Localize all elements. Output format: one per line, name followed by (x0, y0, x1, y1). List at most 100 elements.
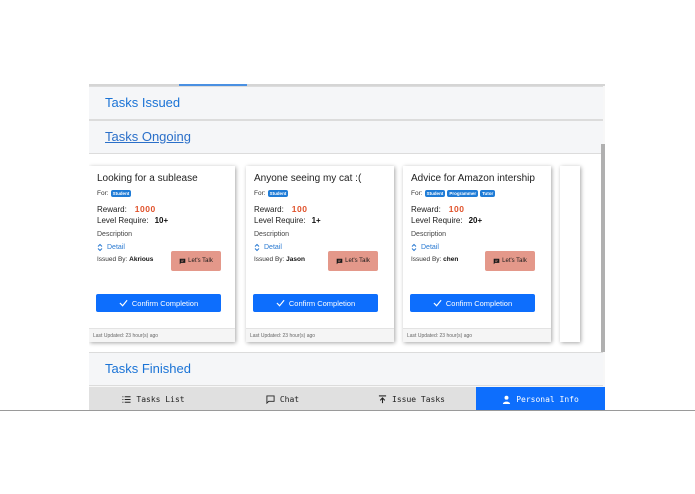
lets-talk-label: Let's Talk (345, 258, 370, 264)
for-label: For: (411, 190, 423, 197)
level-label: Level Require: (254, 216, 306, 225)
confirm-label: Confirm Completion (445, 298, 513, 308)
lets-talk-label: Let's Talk (502, 258, 527, 264)
confirm-completion-button[interactable]: Confirm Completion (410, 294, 535, 312)
tag-badge: Programmer (447, 190, 479, 197)
nav-label: Chat (279, 394, 300, 404)
lets-talk-button[interactable]: Let's Talk (485, 251, 535, 271)
confirm-label: Confirm Completion (288, 298, 356, 308)
tag-badge: Student (110, 190, 132, 197)
ongoing-cards-list: Looking for a sublease For: Student Rewa… (89, 154, 601, 352)
confirm-completion-button[interactable]: Confirm Completion (96, 294, 221, 312)
issuer-name: Jason (286, 256, 305, 263)
chat-icon (266, 394, 275, 404)
expand-chevron-icon (411, 243, 417, 252)
level-row: Level Require: 20+ (411, 216, 482, 225)
last-updated: Last Updated: 23 hour(s) ago (250, 333, 316, 339)
last-updated: Last Updated: 23 hour(s) ago (407, 333, 473, 339)
detail-toggle[interactable]: Detail (254, 243, 282, 252)
reward-label: Reward: (97, 205, 127, 214)
tag-badge: Tutor (480, 190, 496, 197)
card-footer: Last Updated: 23 hour(s) ago (246, 328, 394, 342)
section-tasks-issued[interactable]: Tasks Issued (89, 86, 603, 120)
check-icon (276, 299, 285, 307)
reward-value: 100 (291, 204, 308, 214)
description-label: Description (411, 231, 447, 238)
level-value: 1+ (311, 216, 321, 225)
expand-chevron-icon (254, 243, 260, 252)
issued-by-row: Issued By: Akrious (97, 256, 153, 263)
confirm-completion-button[interactable]: Confirm Completion (253, 294, 378, 312)
tag-badge: Student (424, 190, 446, 197)
reward-value: 1000 (134, 204, 156, 214)
for-label: For: (254, 190, 266, 197)
for-row: For: Student (97, 190, 132, 197)
level-value: 20+ (468, 216, 483, 225)
message-icon (336, 258, 343, 264)
level-label: Level Require: (411, 216, 463, 225)
bottom-navigation: Tasks List Chat Issue Tasks Personal Inf… (89, 387, 605, 411)
description-label: Description (254, 231, 290, 238)
issuer-name: chen (443, 256, 459, 263)
confirm-label: Confirm Completion (131, 298, 199, 308)
tag-badge: Student (267, 190, 289, 197)
expand-chevron-icon (97, 243, 103, 252)
task-card: Looking for a sublease For: Student Rewa… (89, 166, 235, 342)
task-card: Advice for Amazon intership For: Student… (403, 166, 551, 342)
for-row: For: Student (254, 190, 289, 197)
section-title-issued[interactable]: Tasks Issued (105, 95, 180, 110)
issued-by-row: Issued By: Jason (254, 256, 305, 263)
upload-icon (378, 394, 387, 403)
issuer-name: Akrious (129, 256, 154, 263)
task-app-window: Tasks Issued Tasks Ongoing Looking for a… (89, 84, 605, 411)
level-row: Level Require: 1+ (254, 216, 321, 225)
nav-personal-info[interactable]: Personal Info (476, 387, 605, 411)
reward-value: 100 (448, 204, 465, 214)
vertical-scrollbar[interactable] (601, 144, 605, 352)
task-title: Anyone seeing my cat :( (254, 173, 362, 184)
message-icon (179, 258, 186, 264)
task-card-partial (560, 166, 580, 342)
nav-chat[interactable]: Chat (218, 387, 347, 411)
section-tasks-ongoing[interactable]: Tasks Ongoing (89, 120, 603, 154)
detail-toggle[interactable]: Detail (97, 243, 125, 252)
lets-talk-button[interactable]: Let's Talk (328, 251, 378, 271)
card-footer: Last Updated: 23 hour(s) ago (89, 328, 235, 342)
person-icon (503, 395, 511, 404)
level-value: 10+ (154, 216, 169, 225)
issued-by-label: Issued By: (97, 256, 128, 263)
issued-by-label: Issued By: (254, 256, 285, 263)
check-icon (433, 299, 442, 307)
message-icon (493, 258, 500, 264)
list-icon (122, 395, 131, 403)
lets-talk-label: Let's Talk (188, 258, 213, 264)
card-footer: Last Updated: 23 hour(s) ago (403, 328, 551, 342)
reward-label: Reward: (254, 205, 284, 214)
reward-label: Reward: (411, 205, 441, 214)
for-label: For: (97, 190, 109, 197)
divider-line (0, 410, 695, 411)
reward-row: Reward: 1000 (97, 204, 156, 214)
nav-tasks-list[interactable]: Tasks List (89, 387, 218, 411)
check-icon (119, 299, 128, 307)
section-title-ongoing[interactable]: Tasks Ongoing (105, 129, 191, 144)
nav-issue-tasks[interactable]: Issue Tasks (347, 387, 476, 411)
last-updated: Last Updated: 23 hour(s) ago (93, 333, 159, 339)
detail-link[interactable]: Detail (421, 244, 439, 251)
issued-by-label: Issued By: (411, 256, 442, 263)
section-title-finished[interactable]: Tasks Finished (105, 361, 191, 376)
section-tasks-finished[interactable]: Tasks Finished (89, 352, 603, 386)
nav-label: Issue Tasks (392, 394, 445, 404)
nav-label: Tasks List (136, 394, 185, 404)
level-row: Level Require: 10+ (97, 216, 168, 225)
detail-link[interactable]: Detail (264, 244, 282, 251)
reward-row: Reward: 100 (411, 204, 464, 214)
description-label: Description (97, 231, 133, 238)
detail-toggle[interactable]: Detail (411, 243, 439, 252)
level-label: Level Require: (97, 216, 149, 225)
lets-talk-button[interactable]: Let's Talk (171, 251, 221, 271)
detail-link[interactable]: Detail (107, 244, 125, 251)
issued-by-row: Issued By: chen (411, 256, 458, 263)
for-row: For: Student Programmer Tutor (411, 190, 496, 197)
task-title: Looking for a sublease (97, 173, 198, 184)
